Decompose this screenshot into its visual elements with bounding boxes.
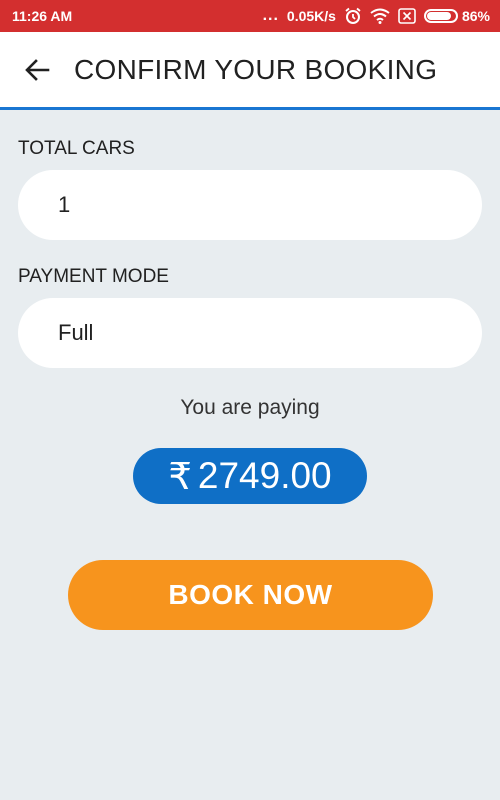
status-bar: 11:26 AM ... 0.05K/s 86%: [0, 0, 500, 32]
payment-mode-field[interactable]: Full: [18, 298, 482, 368]
amount-value: 2749.00: [197, 455, 332, 496]
book-now-button[interactable]: BOOK NOW: [68, 560, 433, 630]
total-cars-label: TOTAL CARS: [18, 138, 135, 159]
total-cars-value: 1: [58, 192, 71, 217]
battery-level: [426, 12, 452, 20]
rupee-icon: ₹: [168, 455, 192, 497]
arrow-back-icon: [25, 58, 50, 81]
battery-percent: 86%: [461, 8, 490, 24]
page-title: CONFIRM YOUR BOOKING: [74, 53, 438, 85]
no-sim-icon: [398, 8, 416, 24]
battery-icon: [423, 9, 458, 23]
status-icons: ... 0.05K/s 86%: [263, 7, 490, 25]
status-time: 11:26 AM: [12, 8, 73, 24]
status-dots: ...: [262, 7, 279, 24]
alarm-icon: [344, 7, 362, 25]
paying-label: You are paying: [180, 396, 320, 419]
total-cars-field[interactable]: 1: [18, 170, 482, 240]
app-bar: CONFIRM YOUR BOOKING: [0, 32, 500, 110]
network-speed: 0.05K/s: [286, 8, 336, 24]
amount-badge: ₹ 2749.00: [133, 448, 367, 504]
payment-mode-value: Full: [58, 320, 94, 345]
wifi-icon: [370, 8, 390, 24]
back-button[interactable]: [0, 31, 74, 109]
payment-mode-label: PAYMENT MODE: [18, 266, 169, 287]
battery-indicator: 86%: [423, 8, 490, 24]
